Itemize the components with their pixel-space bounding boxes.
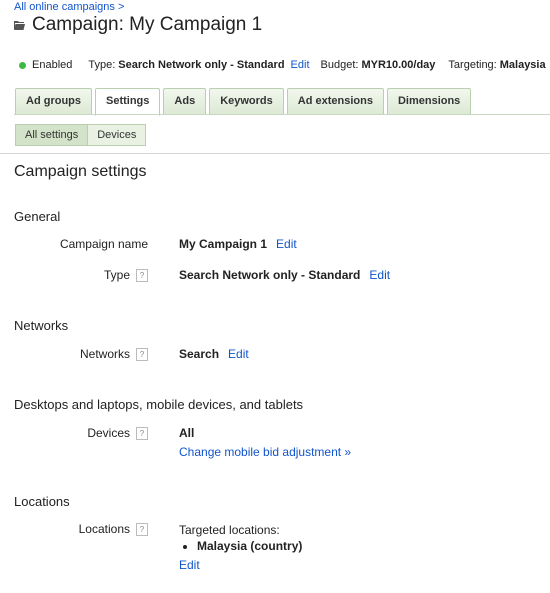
- help-icon[interactable]: ?: [136, 348, 148, 362]
- networks-heading: Networks: [14, 318, 69, 333]
- tab-ads[interactable]: Ads: [163, 88, 207, 115]
- networks-row: Networks? Search Edit: [0, 347, 249, 362]
- campaign-name-value: My Campaign 1: [179, 237, 268, 251]
- locations-label: Locations: [78, 522, 130, 536]
- locations-value: Targeted locations: Malaysia (country) E…: [179, 522, 302, 573]
- general-heading: General: [14, 209, 61, 224]
- type-value: Search Network only - Standard: [118, 59, 285, 71]
- tab-dimensions[interactable]: Dimensions: [386, 88, 472, 115]
- breadcrumb[interactable]: All online campaigns >: [14, 1, 124, 13]
- title-row: Campaign: My Campaign 1: [14, 14, 262, 36]
- campaign-name-label: Campaign name: [59, 237, 148, 251]
- help-icon[interactable]: ?: [136, 523, 148, 537]
- campaign-status-bar: Enabled Type: Search Network only - Stan…: [19, 59, 546, 71]
- subtab-all-settings[interactable]: All settings: [15, 124, 89, 146]
- type-label: Type:: [88, 59, 116, 71]
- tab-ad-groups[interactable]: Ad groups: [15, 88, 92, 115]
- type-setting-value: Search Network only - Standard: [179, 268, 361, 282]
- help-icon[interactable]: ?: [136, 427, 148, 441]
- page-title: Campaign: My Campaign 1: [32, 14, 263, 35]
- type-setting-edit-link[interactable]: Edit: [369, 268, 390, 282]
- targeting-label: Targeting:: [448, 59, 497, 71]
- campaign-name-row: Campaign name My Campaign 1 Edit: [0, 237, 297, 251]
- content-divider: [0, 153, 550, 154]
- locations-row: Locations?: [0, 522, 148, 537]
- devices-row: Devices? All: [0, 426, 194, 441]
- tab-settings[interactable]: Settings: [95, 88, 161, 116]
- campaign-name-edit-link[interactable]: Edit: [276, 237, 297, 251]
- settings-title: Campaign settings: [14, 163, 147, 180]
- targeted-locations-label: Targeted locations:: [179, 523, 280, 537]
- tab-ad-extensions[interactable]: Ad extensions: [286, 88, 384, 115]
- folder-icon: [14, 20, 25, 30]
- subtab-bar: All settings Devices: [15, 124, 147, 146]
- budget-value: MYR10.00/day: [361, 59, 436, 71]
- locations-heading: Locations: [14, 494, 70, 509]
- budget-label: Budget:: [320, 59, 359, 71]
- targeting-value: Malaysia: [499, 59, 546, 71]
- networks-edit-link[interactable]: Edit: [228, 347, 249, 361]
- type-row: Type? Search Network only - Standard Edit: [0, 268, 390, 283]
- tab-divider: [14, 114, 550, 115]
- change-mobile-bid-link[interactable]: Change mobile bid adjustment »: [179, 445, 351, 459]
- type-setting-label: Type: [103, 268, 130, 282]
- enabled-status[interactable]: Enabled: [32, 59, 72, 71]
- list-item: Malaysia (country): [197, 538, 302, 554]
- locations-edit-link[interactable]: Edit: [179, 557, 200, 573]
- networks-value: Search: [179, 347, 220, 361]
- subtab-devices[interactable]: Devices: [88, 124, 147, 146]
- devices-label: Devices: [87, 426, 130, 440]
- devices-heading: Desktops and laptops, mobile devices, an…: [14, 397, 304, 412]
- help-icon[interactable]: ?: [136, 269, 148, 283]
- type-edit-link[interactable]: Edit: [291, 59, 310, 71]
- locations-list: Malaysia (country): [179, 538, 302, 554]
- devices-value: All: [179, 426, 195, 440]
- tab-bar: Ad groups Settings Ads Keywords Ad exten…: [15, 88, 474, 116]
- tab-keywords[interactable]: Keywords: [209, 88, 284, 115]
- networks-label: Networks: [79, 347, 130, 361]
- status-dot-icon: [19, 61, 26, 69]
